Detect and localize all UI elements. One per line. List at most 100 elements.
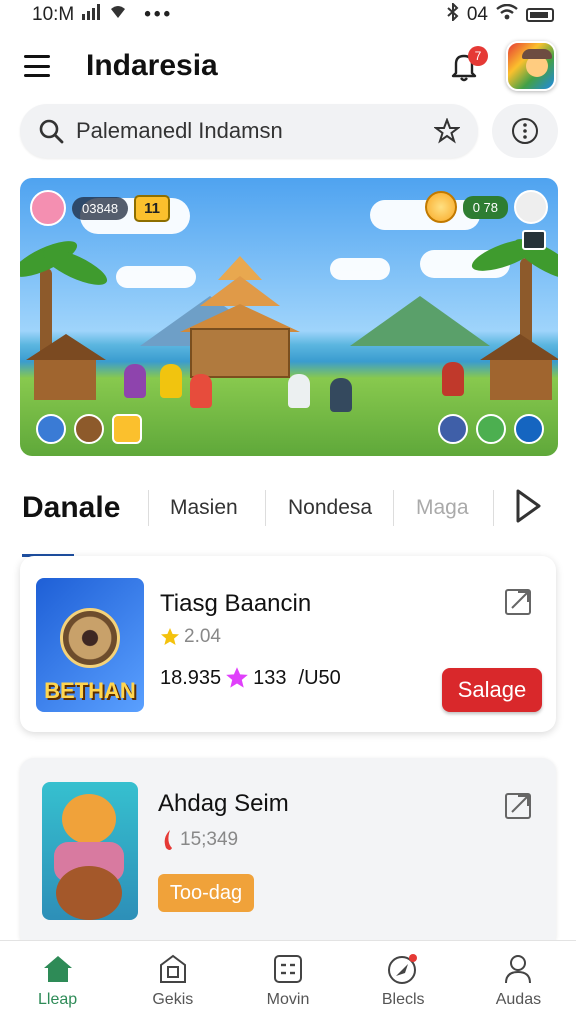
nav-item-lleap[interactable]: Lleap — [0, 941, 115, 1024]
game-thumbnail — [42, 782, 138, 920]
tab-divider — [265, 490, 266, 526]
nav-label: Lleap — [38, 991, 78, 1008]
menu-icon[interactable] — [24, 55, 50, 77]
stat-count: 133 — [253, 666, 287, 689]
stat-extra: /U50 — [298, 666, 341, 689]
character — [288, 374, 310, 408]
game-title: Ahdag Seim — [158, 790, 289, 817]
notification-badge: 7 — [468, 46, 488, 66]
map-icon[interactable] — [522, 230, 546, 250]
tab-nondesa[interactable]: Nondesa — [288, 488, 372, 528]
nav-item-audas[interactable]: Audas — [461, 941, 576, 1024]
nav-item-gekis[interactable]: Gekis — [115, 941, 230, 1024]
more-options-button[interactable] — [492, 104, 558, 158]
rating-value: 15;349 — [180, 829, 239, 850]
inventory-icon[interactable] — [112, 414, 142, 444]
hut-roof — [480, 334, 558, 360]
stat-downloads: 18.935 — [160, 666, 222, 689]
coins-label: 0 78 — [462, 195, 508, 219]
cloud-shape — [330, 258, 390, 280]
player-hud: 03848 11 — [30, 190, 171, 226]
rating-value: 2.04 — [184, 626, 221, 647]
tab-masien[interactable]: Masien — [170, 488, 238, 528]
share-icon[interactable] — [504, 586, 534, 616]
character — [124, 364, 146, 398]
character — [190, 374, 212, 408]
grid-icon — [274, 955, 302, 983]
status-time: 10:M — [32, 4, 75, 25]
game-thumbnail: BETHAN — [36, 578, 144, 712]
nav-label: Gekis — [152, 991, 194, 1008]
bluetooth-icon — [447, 1, 459, 27]
too-dag-button[interactable]: Too-dag — [158, 874, 254, 912]
attack-icon[interactable] — [514, 414, 544, 444]
profile-icon — [505, 955, 532, 984]
star-filled-icon — [161, 628, 179, 645]
hut-roof — [26, 334, 106, 360]
status-right: 04 — [447, 1, 554, 27]
game-card[interactable]: Ahdag Seim 15;349 Too-dag — [20, 758, 556, 948]
nav-label: Movin — [266, 991, 310, 1008]
search-text: Palemanedl Indamsn — [76, 118, 283, 143]
wifi-icon — [496, 3, 518, 26]
search-input[interactable]: Palemanedl Indamsn — [20, 104, 478, 158]
rocket-icon — [388, 954, 418, 984]
status-right-text: 04 — [466, 4, 488, 25]
character — [160, 364, 182, 398]
hut — [34, 360, 96, 400]
status-bar: 10:M ••• 04 — [0, 0, 576, 30]
status-left: 10:M ••• — [32, 4, 173, 26]
signal-icon — [82, 4, 102, 26]
game-stats: 18.935 133 /U50 — [160, 666, 341, 690]
salage-button[interactable]: Salage — [442, 668, 542, 712]
player-avatar — [30, 190, 66, 226]
avatar[interactable] — [506, 41, 556, 91]
store-icon — [159, 954, 186, 983]
tab-maga[interactable]: Maga — [416, 488, 469, 528]
level-badge: 11 — [134, 194, 171, 222]
shield-icon[interactable] — [74, 414, 104, 444]
tab-divider — [148, 490, 149, 526]
app-header: Indaresia 7 — [0, 36, 576, 96]
notification-button[interactable]: 7 — [444, 46, 488, 86]
more-vertical-icon — [512, 118, 538, 144]
rating: 15;349 — [160, 828, 238, 852]
tabs-next-button[interactable] — [510, 486, 546, 526]
opponent-avatar — [514, 190, 548, 224]
game-title: Tiasg Baancin — [160, 590, 312, 617]
mountain-shape — [350, 296, 490, 346]
more-dots-icon: ••• — [144, 4, 174, 25]
tab-divider — [493, 490, 494, 526]
character — [330, 378, 352, 412]
clover-icon[interactable] — [476, 414, 506, 444]
nav-item-blecls[interactable]: Blecls — [346, 941, 461, 1024]
coins-hud: 0 78 — [424, 190, 548, 224]
hut — [490, 360, 552, 400]
character — [442, 362, 464, 396]
category-tabs: Danale Masien Nondesa Maga — [0, 478, 576, 558]
home-icon — [43, 956, 72, 982]
page-title: Indaresia — [86, 49, 218, 82]
wheel-art — [60, 608, 120, 668]
search-row: Palemanedl Indamsn — [20, 104, 558, 158]
nav-label: Audas — [495, 991, 542, 1008]
skill-icon[interactable] — [438, 414, 468, 444]
play-arrow-icon — [516, 489, 541, 523]
temple-roof — [200, 276, 280, 306]
nav-item-movin[interactable]: Movin — [230, 941, 345, 1024]
game-card[interactable]: BETHAN Tiasg Baancin 2.04 18.935 133 /U5… — [20, 556, 556, 732]
game-banner[interactable]: 03848 11 0 78 — [20, 178, 558, 456]
share-icon[interactable] — [504, 790, 534, 820]
temple — [190, 328, 290, 378]
bottom-nav: Lleap Gekis Movin Blecls Audas — [0, 940, 576, 1024]
cloud-shape — [116, 266, 196, 288]
tab-danale[interactable]: Danale — [22, 488, 120, 528]
battery-icon — [526, 8, 554, 22]
bear-art — [56, 866, 122, 920]
compass-icon[interactable] — [36, 414, 66, 444]
nav-label: Blecls — [381, 991, 425, 1008]
flame-icon — [164, 830, 172, 850]
rating: 2.04 — [160, 626, 221, 648]
search-icon — [39, 119, 64, 144]
star-icon[interactable] — [434, 118, 460, 144]
